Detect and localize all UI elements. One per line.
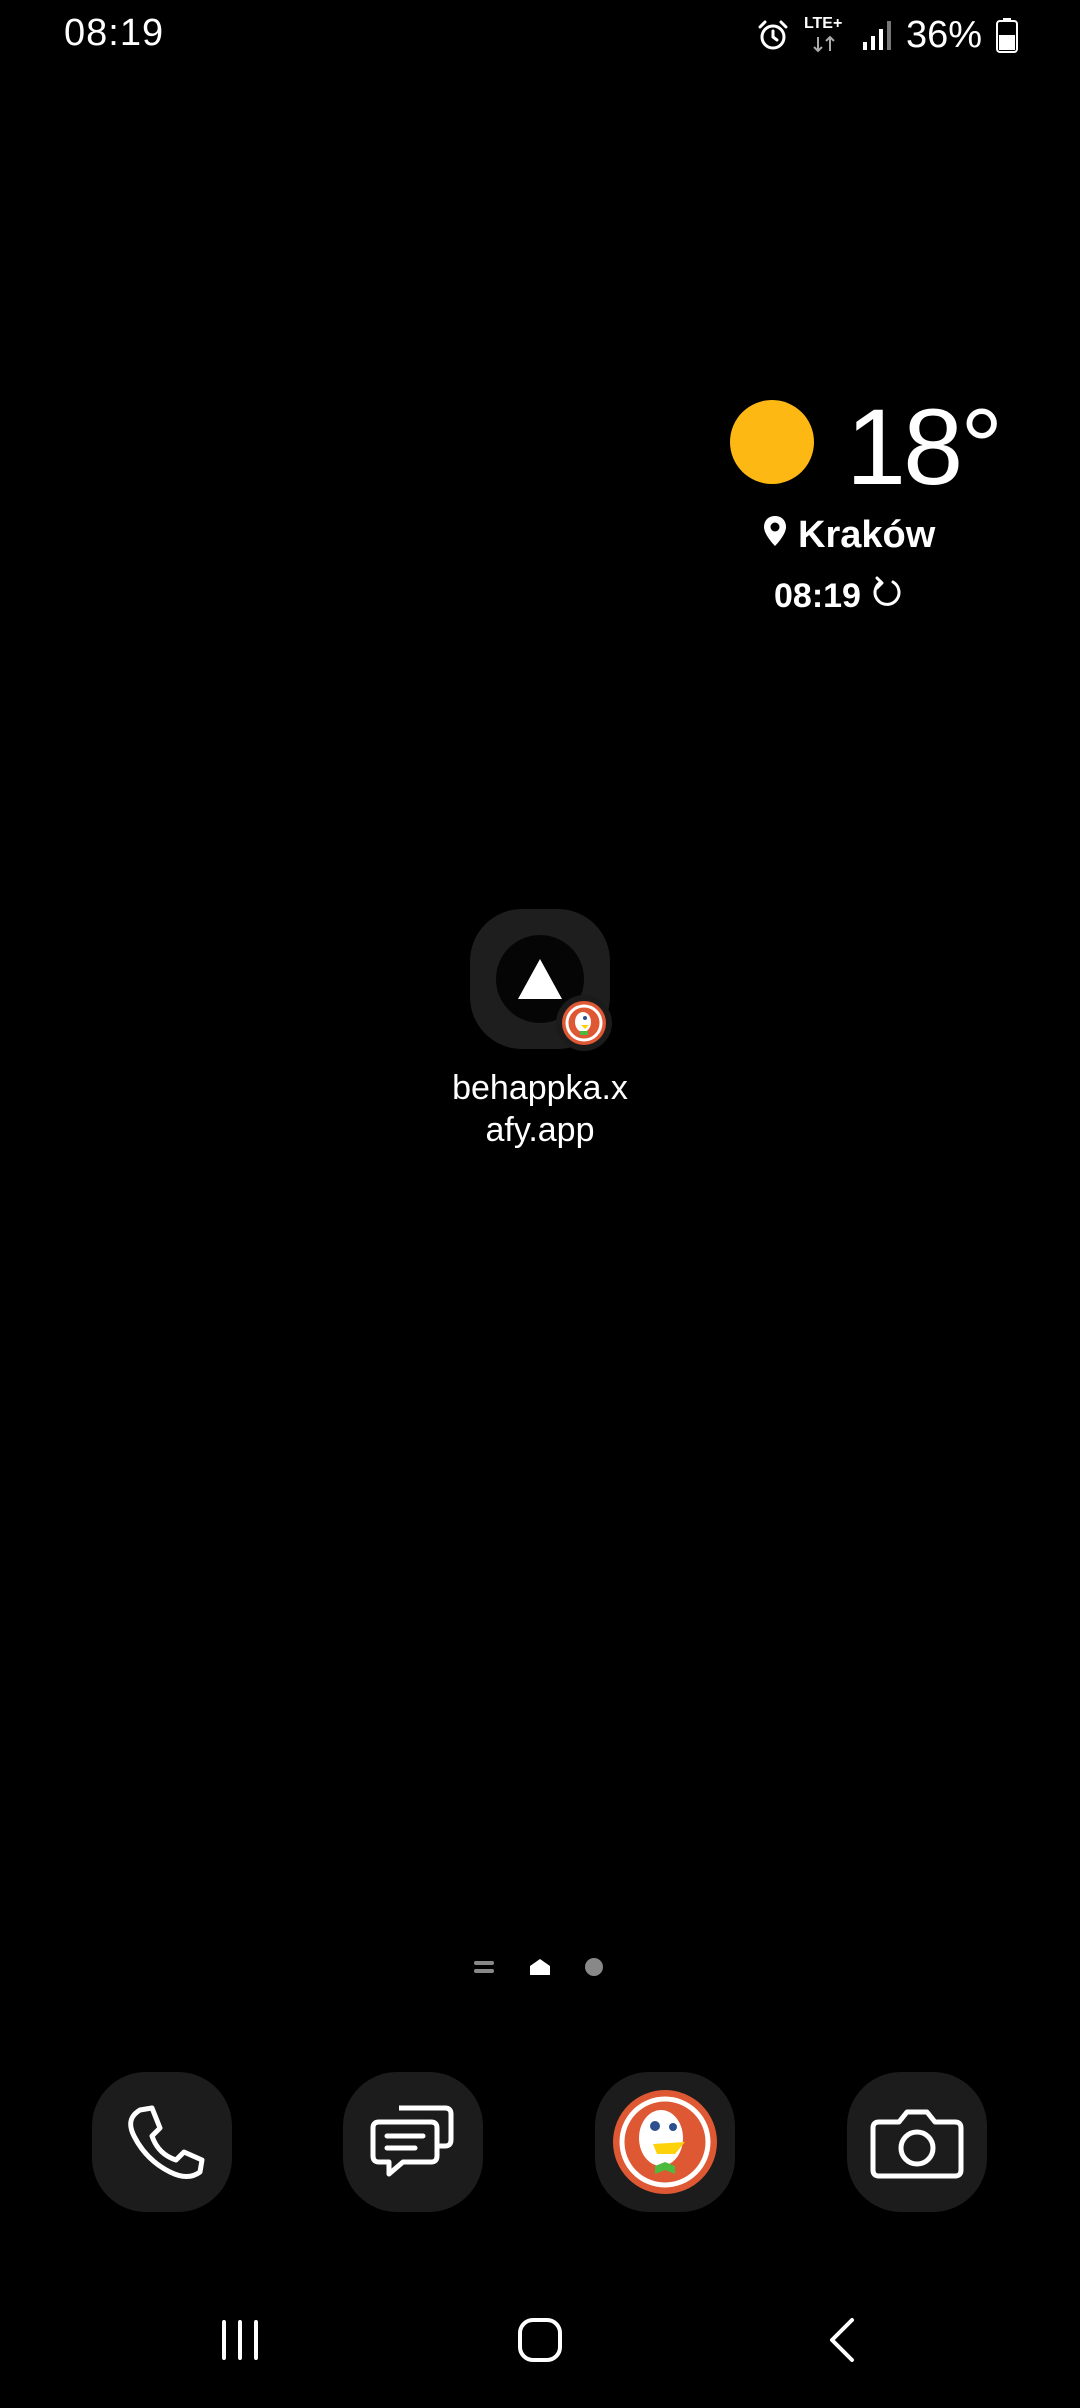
signal-icon <box>862 18 892 52</box>
battery-percent: 36% <box>905 13 982 56</box>
duckduckgo-badge-icon <box>556 995 612 1051</box>
home-page-indicator <box>530 1959 550 1975</box>
phone-icon <box>128 2105 205 2179</box>
weather-location: Kraków <box>762 514 935 557</box>
messages-icon <box>370 2105 454 2177</box>
updated-time: 08:19 <box>774 577 861 615</box>
weather-widget[interactable]: 18° Kraków 08:19 <box>720 386 1003 620</box>
shortcut-label: behappka.x afy.app <box>452 1069 628 1149</box>
menu-page-indicator <box>474 1961 494 1973</box>
recent-apps-icon <box>222 2320 258 2360</box>
phone-app[interactable] <box>92 2072 232 2212</box>
status-bar: 08:19 LTE+ 36% <box>0 0 1080 70</box>
status-icons: LTE+ 36% <box>756 10 1018 60</box>
battery-icon <box>996 17 1018 53</box>
home-icon <box>518 2318 562 2362</box>
lte-icon: LTE+ <box>804 15 848 55</box>
temperature: 18° <box>846 386 1003 507</box>
page-dot-indicator <box>585 1958 603 1976</box>
home-screen: 08:19 LTE+ 36% 18° Kraków 08:19 behappka… <box>0 0 1080 2408</box>
camera-icon <box>870 2109 964 2179</box>
weather-updated: 08:19 <box>774 576 903 617</box>
home-button[interactable] <box>490 2300 590 2380</box>
messages-app[interactable] <box>343 2072 483 2212</box>
location-name: Kraków <box>798 514 936 556</box>
duckduckgo-icon <box>613 2090 717 2194</box>
camera-app[interactable] <box>847 2072 987 2212</box>
recent-apps-button[interactable] <box>190 2300 290 2380</box>
duckduckgo-app[interactable] <box>595 2072 735 2212</box>
status-time: 08:19 <box>64 12 165 54</box>
back-icon <box>830 2318 854 2362</box>
page-indicators[interactable] <box>470 1952 610 1982</box>
alarm-icon <box>756 18 790 52</box>
back-button[interactable] <box>794 2300 894 2380</box>
location-pin-icon <box>762 514 788 557</box>
sun-icon <box>730 400 814 484</box>
refresh-icon[interactable] <box>871 576 903 617</box>
